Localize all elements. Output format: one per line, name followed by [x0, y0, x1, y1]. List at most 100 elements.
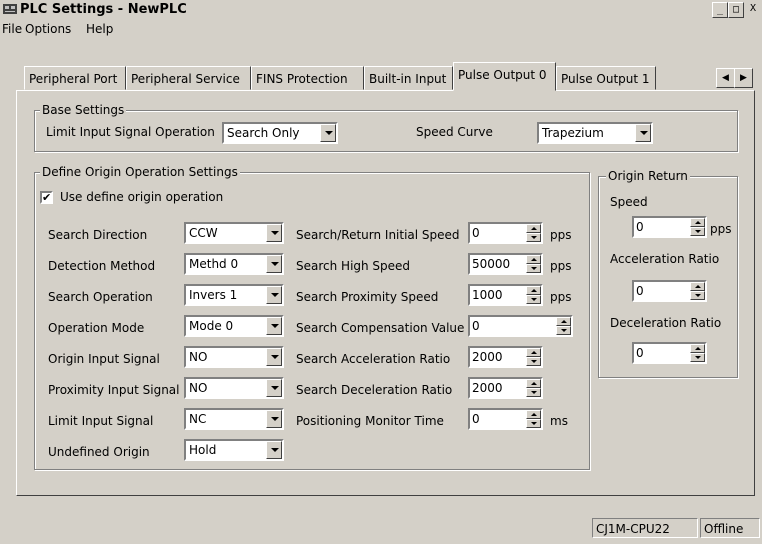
- monitor-time-label: Positioning Monitor Time: [296, 414, 444, 428]
- spin-down-icon[interactable]: [526, 264, 541, 273]
- monitor-time-input[interactable]: 0: [468, 408, 543, 430]
- spin-up-icon[interactable]: [526, 410, 541, 419]
- detection-method-value: Methd 0: [189, 257, 239, 271]
- monitor-time-value: 0: [472, 412, 480, 426]
- search-operation-value: Invers 1: [189, 288, 238, 302]
- menu-file[interactable]: File: [2, 22, 22, 36]
- proximity-speed-label: Search Proximity Speed: [296, 290, 439, 304]
- tab-scroll-left-icon[interactable]: ◀: [716, 68, 735, 88]
- decel-ratio-input[interactable]: 2000: [468, 377, 543, 399]
- high-speed-value: 50000: [472, 257, 511, 271]
- spin-down-icon[interactable]: [526, 388, 541, 397]
- search-operation-label: Search Operation: [48, 290, 153, 304]
- tab-built-in-input[interactable]: Built-in Input: [364, 66, 453, 90]
- search-direction-label: Search Direction: [48, 228, 148, 242]
- return-accel-value: 0: [636, 284, 644, 298]
- spin-up-icon[interactable]: [526, 255, 541, 264]
- undefined-origin-value: Hold: [189, 443, 217, 457]
- tab-pulse-output-1[interactable]: Pulse Output 1: [556, 66, 656, 90]
- tab-pulse-output-0[interactable]: Pulse Output 0: [453, 62, 556, 91]
- accel-ratio-input[interactable]: 2000: [468, 346, 543, 368]
- status-device: CJ1M-CPU22: [592, 518, 698, 538]
- initial-speed-input[interactable]: 0: [468, 222, 543, 244]
- undefined-origin-select[interactable]: Hold: [184, 439, 284, 461]
- detection-method-select[interactable]: Methd 0: [184, 253, 284, 275]
- speed-curve-select[interactable]: Trapezium: [537, 122, 653, 144]
- spin-down-icon[interactable]: [526, 295, 541, 304]
- operation-mode-select[interactable]: Mode 0: [184, 315, 284, 337]
- menu-bar: File Options Help: [0, 20, 762, 40]
- chevron-down-icon[interactable]: [266, 255, 282, 273]
- chevron-down-icon[interactable]: [266, 379, 282, 397]
- spin-up-icon[interactable]: [526, 379, 541, 388]
- proximity-input-signal-select[interactable]: NO: [184, 377, 284, 399]
- proximity-input-signal-value: NO: [189, 381, 208, 395]
- initial-speed-label: Search/Return Initial Speed: [296, 228, 460, 242]
- maximize-icon[interactable]: □: [728, 2, 744, 18]
- spin-up-icon[interactable]: [690, 282, 705, 291]
- accel-ratio-value: 2000: [472, 350, 503, 364]
- return-decel-value: 0: [636, 346, 644, 360]
- tab-peripheral-port[interactable]: Peripheral Port: [24, 66, 126, 90]
- minimize-icon[interactable]: _: [712, 2, 728, 18]
- return-decel-label: Deceleration Ratio: [610, 316, 722, 330]
- spin-up-icon[interactable]: [526, 286, 541, 295]
- spin-down-icon[interactable]: [526, 233, 541, 242]
- decel-ratio-value: 2000: [472, 381, 503, 395]
- tab-scroll-right-icon[interactable]: ▶: [734, 68, 753, 88]
- status-mode: Offline: [700, 518, 760, 538]
- spin-up-icon[interactable]: [526, 348, 541, 357]
- limit-operation-value: Search Only: [227, 126, 300, 140]
- spin-up-icon[interactable]: [556, 317, 571, 326]
- spin-up-icon[interactable]: [690, 218, 705, 227]
- spin-down-icon[interactable]: [690, 227, 705, 236]
- return-decel-input[interactable]: 0: [632, 342, 707, 364]
- use-origin-checkbox[interactable]: ✔: [40, 191, 53, 204]
- compensation-value-input[interactable]: 0: [468, 315, 573, 337]
- title-bar: PLC Settings - NewPLC _ □ X: [0, 0, 762, 20]
- spin-down-icon[interactable]: [690, 291, 705, 300]
- window-title: PLC Settings - NewPLC: [20, 2, 187, 17]
- chevron-down-icon[interactable]: [266, 317, 282, 335]
- proximity-speed-input[interactable]: 1000: [468, 284, 543, 306]
- spin-down-icon[interactable]: [526, 357, 541, 366]
- return-speed-value: 0: [636, 220, 644, 234]
- plc-app-icon: [3, 4, 17, 14]
- speed-curve-value: Trapezium: [542, 126, 604, 140]
- close-icon[interactable]: X: [746, 2, 760, 16]
- high-speed-input[interactable]: 50000: [468, 253, 543, 275]
- spin-down-icon[interactable]: [556, 326, 571, 335]
- return-accel-input[interactable]: 0: [632, 280, 707, 302]
- menu-help[interactable]: Help: [86, 22, 113, 36]
- spin-down-icon[interactable]: [690, 353, 705, 362]
- high-speed-label: Search High Speed: [296, 259, 411, 273]
- initial-speed-unit: pps: [550, 228, 572, 242]
- tab-peripheral-service[interactable]: Peripheral Service: [126, 66, 251, 90]
- spin-up-icon[interactable]: [526, 224, 541, 233]
- chevron-down-icon[interactable]: [266, 286, 282, 304]
- chevron-down-icon[interactable]: [635, 124, 651, 142]
- spin-up-icon[interactable]: [690, 344, 705, 353]
- undefined-origin-label: Undefined Origin: [48, 445, 150, 459]
- search-direction-select[interactable]: CCW: [184, 222, 284, 244]
- chevron-down-icon[interactable]: [266, 441, 282, 459]
- define-origin-title: Define Origin Operation Settings: [40, 165, 240, 179]
- chevron-down-icon[interactable]: [266, 348, 282, 366]
- limit-operation-select[interactable]: Search Only: [222, 122, 338, 144]
- operation-mode-value: Mode 0: [189, 319, 234, 333]
- spin-down-icon[interactable]: [526, 419, 541, 428]
- chevron-down-icon[interactable]: [266, 410, 282, 428]
- search-operation-select[interactable]: Invers 1: [184, 284, 284, 306]
- accel-ratio-label: Search Acceleration Ratio: [296, 352, 451, 366]
- monitor-time-unit: ms: [550, 414, 568, 428]
- menu-options[interactable]: Options: [25, 22, 71, 36]
- return-speed-input[interactable]: 0: [632, 216, 707, 238]
- chevron-down-icon[interactable]: [266, 224, 282, 242]
- operation-mode-label: Operation Mode: [48, 321, 145, 335]
- tab-fins-protection[interactable]: FINS Protection: [251, 66, 364, 90]
- origin-input-signal-select[interactable]: NO: [184, 346, 284, 368]
- chevron-down-icon[interactable]: [320, 124, 336, 142]
- limit-input-signal-label: Limit Input Signal: [48, 414, 154, 428]
- limit-input-signal-select[interactable]: NC: [184, 408, 284, 430]
- detection-method-label: Detection Method: [48, 259, 156, 273]
